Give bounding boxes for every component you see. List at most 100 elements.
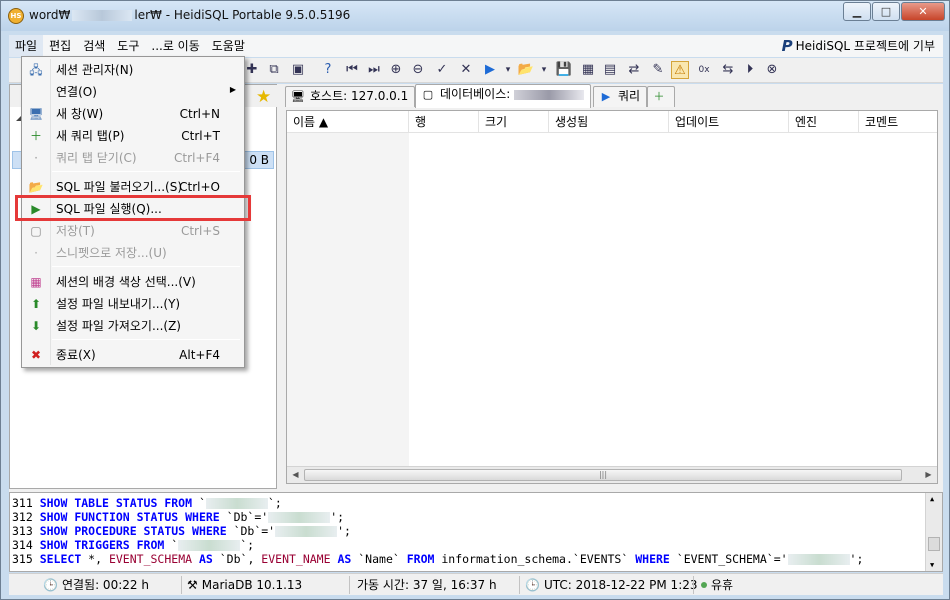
idle-dot-icon — [701, 582, 707, 588]
tables-grid[interactable]: 이름 ▲ 행 크기 생성됨 업데이트 엔진 코멘트 ◀ ||| ▶ — [286, 110, 938, 484]
new-query-tab-icon: ＋ — [29, 129, 42, 143]
title-bar[interactable]: HS word₩ ler₩ - HeidiSQL Portable 9.5.0.5… — [1, 1, 949, 31]
title-prefix: word₩ — [29, 8, 71, 22]
sql-log-line: 314 SHOW TRIGGERS FROM ` `; — [12, 538, 254, 552]
scroll-right-icon[interactable]: ▶ — [921, 468, 936, 482]
sql-token: SHOW PROCEDURE STATUS WHERE — [39, 524, 227, 538]
sql-token: `Db`, — [212, 552, 262, 566]
load-file-icon[interactable]: 📂 — [517, 61, 535, 79]
status-connected: 🕒 연결됨: 00:22 h — [43, 577, 149, 593]
sql-token: '; — [849, 552, 864, 566]
tab-database-label: 데이터베이스: — [440, 87, 511, 101]
sync-icon[interactable]: ⇄ — [625, 61, 643, 79]
sql-line-number: 311 — [12, 496, 40, 510]
scroll-down-icon[interactable]: ▼ — [930, 561, 934, 569]
file-menu-item[interactable]: 연결(O) ▶ — [24, 81, 242, 103]
file-menu-item[interactable]: · 쿼리 탭 닫기(C) Ctrl+F4 — [24, 147, 242, 169]
run-query-icon[interactable]: ▶ — [481, 61, 499, 79]
redacted-path — [72, 10, 133, 21]
status-server-label: MariaDB 10.1.13 — [201, 578, 303, 592]
connect-icon[interactable]: ✚ — [243, 61, 261, 79]
import-settings-icon: ⬇ — [30, 319, 42, 333]
file-menu-item[interactable]: 🖧 세션 관리자(N) — [24, 59, 242, 81]
save-file-icon[interactable]: 💾 — [555, 61, 573, 79]
menu-bar: 파일 편집 검색 도구 ...로 이동 도움말 P HeidiSQL 프로젝트에… — [9, 35, 943, 57]
last-record-icon[interactable]: ⏭ — [365, 61, 383, 79]
insert-row-icon[interactable]: ⊕ — [387, 61, 405, 79]
file-menu-item[interactable]: ✖ 종료(X) Alt+F4 — [24, 344, 242, 366]
file-menu-item-label: 설정 파일 가져오기...(Z) — [56, 319, 181, 333]
file-menu-item-label: 저장(T) — [56, 224, 95, 238]
col-created[interactable]: 생성됨 — [549, 111, 669, 133]
scroll-thumb[interactable]: ||| — [304, 469, 902, 481]
save-icon: ▢ — [30, 224, 42, 238]
sql-log[interactable]: 311 SHOW TABLE STATUS FROM ` `; 312 SHOW F… — [9, 492, 943, 572]
file-menu-item[interactable]: 🖥 새 창(W) Ctrl+N — [24, 103, 242, 125]
scroll-up-icon[interactable]: ▲ — [930, 495, 934, 503]
sql-line-number: 314 — [12, 538, 40, 552]
file-menu-item-label: 새 쿼리 탭(P) — [56, 129, 125, 143]
col-engine[interactable]: 엔진 — [789, 111, 859, 133]
session-manager-icon: 🖧 — [29, 63, 43, 77]
sql-token: SHOW TRIGGERS FROM — [39, 538, 165, 552]
sql-token: ` — [192, 496, 206, 510]
menu-goto[interactable]: ...로 이동 — [145, 35, 205, 57]
menu-tools[interactable]: 도구 — [111, 35, 145, 57]
color-palette-icon: ▦ — [30, 275, 42, 289]
copy-icon[interactable]: ⧉ — [265, 61, 283, 79]
maximize-button[interactable]: □ — [872, 2, 900, 21]
menu-help[interactable]: 도움말 — [206, 35, 251, 57]
post-changes-icon[interactable]: ✓ — [433, 61, 451, 79]
copy-tab-icon[interactable]: ▣ — [289, 61, 307, 79]
sql-scroll-thumb[interactable] — [928, 537, 940, 551]
file-menu-item[interactable]: ▢ 저장(T) Ctrl+S — [24, 220, 242, 242]
col-size[interactable]: 크기 — [479, 111, 549, 133]
wrap-icon[interactable]: ⇆ — [719, 61, 737, 79]
col-rows[interactable]: 행 — [409, 111, 479, 133]
sql-token: `; — [267, 496, 282, 510]
warning-icon[interactable]: ⚠ — [671, 61, 689, 79]
file-menu-item[interactable]: ⬇ 설정 파일 가져오기...(Z) — [24, 315, 242, 337]
sql-token: EVENT_NAME — [261, 552, 331, 566]
hex-icon[interactable]: 0x — [695, 61, 713, 79]
sql-line-number: 313 — [12, 524, 40, 538]
file-menu-item-shortcut: Ctrl+S — [180, 224, 220, 238]
file-menu-item[interactable]: ▦ 세션의 배경 색상 선택...(V) — [24, 271, 242, 293]
favorite-star-icon[interactable]: ★ — [256, 87, 271, 107]
load-dropdown-icon[interactable]: ▾ — [535, 61, 553, 79]
tab-query[interactable]: ▶ 쿼리 — [593, 86, 648, 107]
stop-icon[interactable]: ⊗ — [763, 61, 781, 79]
file-menu-item[interactable]: ⬆ 설정 파일 내보내기...(Y) — [24, 293, 242, 315]
step-icon[interactable]: ⏵ — [741, 61, 759, 79]
tab-host[interactable]: 🖥 호스트: 127.0.0.1 — [285, 86, 416, 107]
file-menu-item-label: 연결(O) — [56, 85, 97, 99]
edit-icon[interactable]: ✎ — [649, 61, 667, 79]
exit-icon: ✖ — [30, 348, 42, 362]
scroll-left-icon[interactable]: ◀ — [288, 468, 303, 482]
sql-line-number: 315 — [12, 552, 40, 566]
delete-row-icon[interactable]: ⊖ — [409, 61, 427, 79]
run-dropdown-icon[interactable]: ▾ — [499, 61, 517, 79]
menu-file[interactable]: 파일 — [9, 35, 44, 57]
sql-log-scrollbar[interactable]: ▲ ▼ — [925, 493, 942, 571]
col-updated[interactable]: 업데이트 — [669, 111, 789, 133]
col-comment[interactable]: 코멘트 — [859, 111, 937, 133]
cancel-changes-icon[interactable]: ✕ — [457, 61, 475, 79]
file-menu-item[interactable]: · 스니펫으로 저장...(U) — [24, 242, 242, 264]
menu-search[interactable]: 검색 — [77, 35, 111, 57]
grid-horizontal-scrollbar[interactable]: ◀ ||| ▶ — [287, 466, 937, 483]
sql-log-line: 311 SHOW TABLE STATUS FROM ` `; — [12, 496, 282, 510]
donate-button[interactable]: P HeidiSQL 프로젝트에 기부 — [782, 35, 935, 57]
help-icon[interactable]: ? — [319, 61, 337, 79]
file-menu-item-shortcut: Ctrl+T — [181, 129, 220, 143]
list-icon[interactable]: ▤ — [601, 61, 619, 79]
menu-edit[interactable]: 편집 — [43, 35, 77, 57]
close-button[interactable]: ✕ — [901, 2, 945, 21]
tab-database[interactable]: ▢ 데이터베이스: — [415, 84, 592, 108]
table-icon[interactable]: ▦ — [579, 61, 597, 79]
tab-new-query[interactable]: ＋ — [647, 86, 675, 107]
col-name[interactable]: 이름 ▲ — [287, 111, 409, 133]
file-menu-item[interactable]: ＋ 새 쿼리 탭(P) Ctrl+T — [24, 125, 242, 147]
minimize-button[interactable]: ▁ — [843, 2, 871, 21]
first-record-icon[interactable]: ⏮ — [343, 61, 361, 79]
